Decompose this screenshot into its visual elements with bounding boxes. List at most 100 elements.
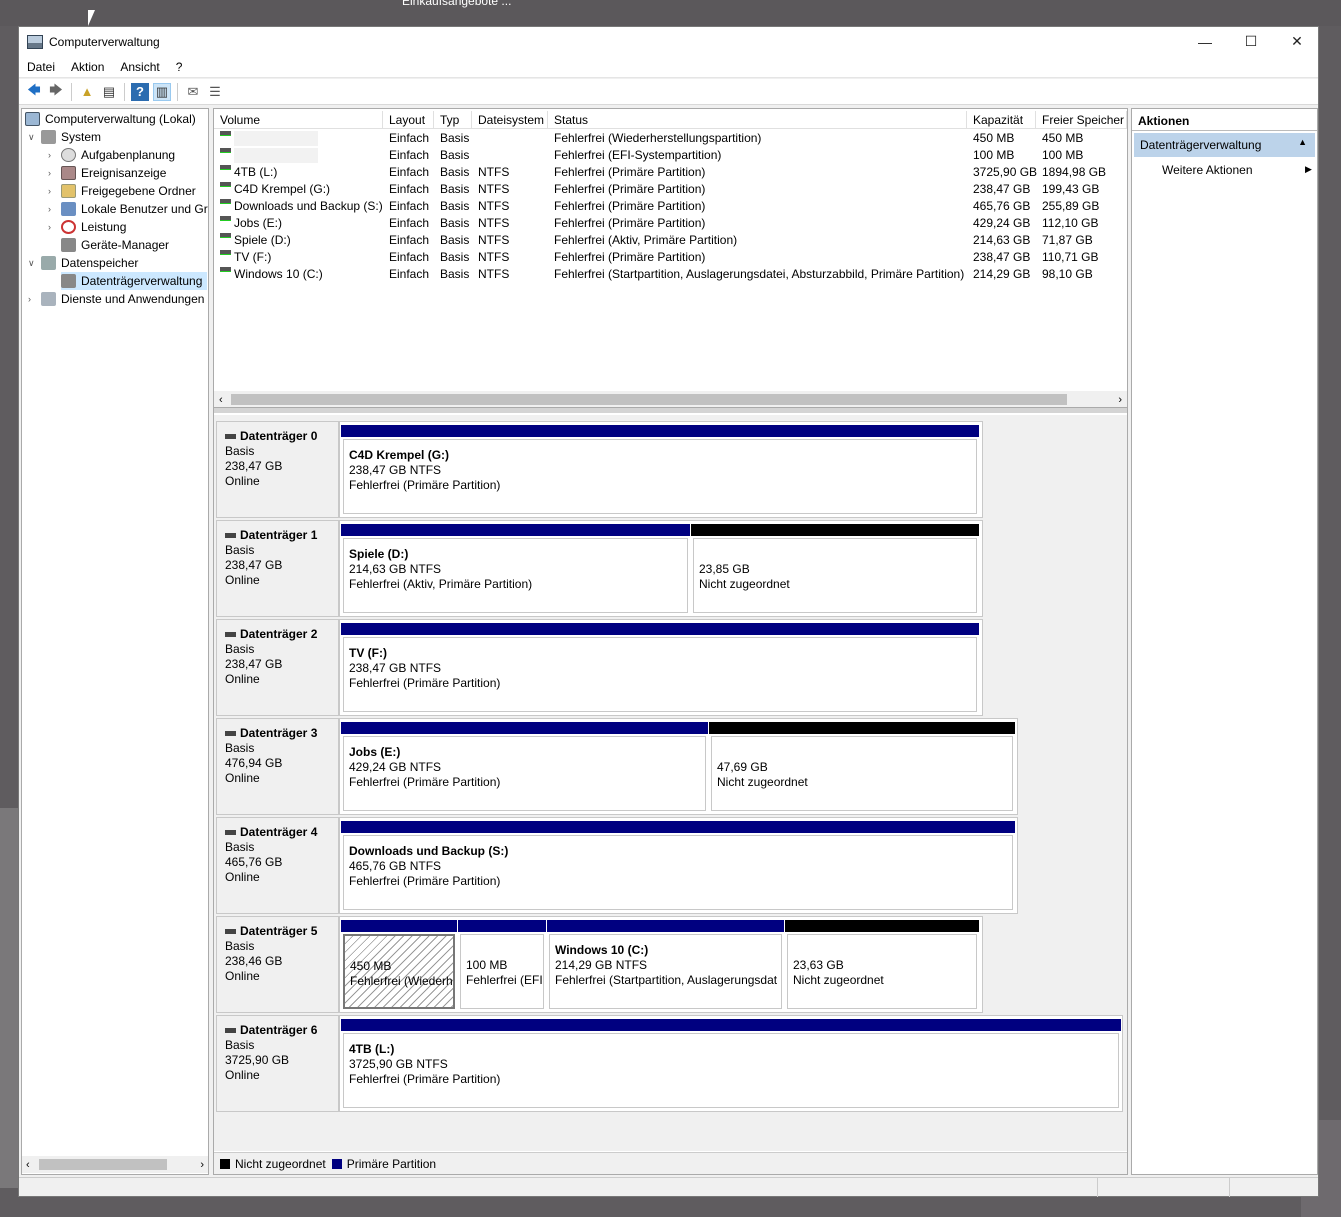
partition-block[interactable]: TV (F:) 238,47 GB NTFS Fehlerfrei (Primäre… bbox=[341, 623, 979, 712]
col-layout[interactable]: Layout bbox=[383, 111, 434, 129]
partition-block[interactable]: 450 MB Fehlerfrei (Wiederh bbox=[341, 920, 457, 1009]
weitere-aktionen-item[interactable]: Weitere Aktionen bbox=[1162, 163, 1253, 177]
close-button[interactable]: ✕ bbox=[1274, 27, 1320, 56]
table-row[interactable]: Jobs (E:) Einfach Basis NTFS Fehlerfrei (Pri… bbox=[214, 215, 1127, 232]
tree-item-geraete-manager[interactable]: Geräte-Manager bbox=[61, 236, 169, 254]
users-icon bbox=[61, 202, 76, 216]
table-row[interactable]: C4D Krempel (G:) Einfach Basis NTFS Fehlerfr… bbox=[214, 181, 1127, 198]
cell-layout: Einfach bbox=[389, 216, 430, 230]
table-row[interactable]: Spiele (D:) Einfach Basis NTFS Fehlerfrei (A… bbox=[214, 232, 1127, 249]
partition-block[interactable]: 23,85 GB Nicht zugeordnet bbox=[691, 524, 979, 613]
chevron-down-icon[interactable]: ∨ bbox=[28, 132, 38, 143]
partition-block[interactable]: 47,69 GB Nicht zugeordnet bbox=[709, 722, 1015, 811]
chevron-down-icon[interactable]: ∨ bbox=[28, 258, 38, 269]
col-dateisystem[interactable]: Dateisystem bbox=[472, 111, 548, 129]
col-freier-speicher[interactable]: Freier Speicher bbox=[1036, 111, 1127, 129]
partition-block[interactable]: Downloads und Backup (S:) 465,76 GB NTFS F… bbox=[341, 821, 1015, 910]
scroll-right-icon[interactable]: › bbox=[200, 1159, 204, 1171]
scroll-left-icon[interactable]: ‹ bbox=[26, 1159, 30, 1171]
cell-status: Fehlerfrei (Primäre Partition) bbox=[554, 165, 706, 179]
menu-help[interactable]: ? bbox=[168, 60, 191, 74]
tree-item-root[interactable]: Computerverwaltung (Lokal) bbox=[25, 110, 196, 128]
disk-label[interactable]: Datenträger 5 Basis 238,46 GB Online bbox=[216, 916, 339, 1013]
cell-layout: Einfach bbox=[389, 199, 430, 213]
partition-block[interactable]: 100 MB Fehlerfrei (EFI- bbox=[458, 920, 546, 1009]
disk-label[interactable]: Datenträger 3 Basis 476,94 GB Online bbox=[216, 718, 339, 815]
scroll-thumb[interactable] bbox=[231, 394, 1067, 405]
partition-block[interactable]: 23,63 GB Nicht zugeordnet bbox=[785, 920, 979, 1009]
submenu-arrow-icon[interactable]: ▶ bbox=[1305, 164, 1312, 175]
chevron-right-icon[interactable]: › bbox=[48, 168, 58, 178]
list-horizontal-scrollbar[interactable]: ‹ › bbox=[214, 391, 1127, 408]
disk-label[interactable]: Datenträger 4 Basis 465,76 GB Online bbox=[216, 817, 339, 914]
help-icon[interactable]: ? bbox=[131, 82, 149, 101]
col-volume[interactable]: Volume bbox=[214, 111, 383, 129]
col-kapazitaet[interactable]: Kapazität bbox=[967, 111, 1036, 129]
chevron-right-icon[interactable]: › bbox=[48, 150, 58, 160]
cell-status: Fehlerfrei (Wiederherstellungspartition) bbox=[554, 131, 762, 145]
tree-item-ereignisanzeige[interactable]: › Ereignisanzeige bbox=[48, 164, 166, 182]
tree-item-datenspeicher[interactable]: ∨ Datenspeicher bbox=[28, 254, 138, 272]
table-row[interactable]: Einfach Basis Fehlerfrei (EFI-Systempartit… bbox=[214, 147, 1127, 164]
up-folder-icon[interactable]: ▲ bbox=[78, 83, 96, 101]
disk-row: Datenträger 6 Basis 3725,90 GB Online 4TB (L… bbox=[214, 1015, 1127, 1112]
actions-section-datentraegerverwaltung[interactable]: Datenträgerverwaltung ▲ bbox=[1134, 133, 1315, 157]
table-row[interactable]: 4TB (L:) Einfach Basis NTFS Fehlerfrei (Prim… bbox=[214, 164, 1127, 181]
table-row[interactable]: Downloads und Backup (S:) Einfach Basis NTF… bbox=[214, 198, 1127, 215]
partition-block[interactable]: Spiele (D:) 214,63 GB NTFS Fehlerfrei (Akt… bbox=[341, 524, 690, 613]
partition-block[interactable]: 4TB (L:) 3725,90 GB NTFS Fehlerfrei (Primä… bbox=[341, 1019, 1121, 1108]
partition-bar bbox=[341, 425, 979, 437]
menu-datei[interactable]: Datei bbox=[19, 60, 63, 74]
tree-item-dienste[interactable]: › Dienste und Anwendungen bbox=[28, 290, 204, 308]
scroll-thumb[interactable] bbox=[39, 1159, 167, 1170]
minimize-button[interactable]: — bbox=[1182, 27, 1228, 56]
partition-size: 23,85 GB bbox=[699, 562, 750, 576]
tree-item-freigegebene-ordner[interactable]: › Freigegebene Ordner bbox=[48, 182, 196, 200]
disk-label[interactable]: Datenträger 1 Basis 238,47 GB Online bbox=[216, 520, 339, 617]
table-row[interactable]: Windows 10 (C:) Einfach Basis NTFS Fehlerfre… bbox=[214, 266, 1127, 283]
scroll-right-icon[interactable]: › bbox=[1118, 394, 1122, 406]
show-action-pane-icon[interactable]: ▥ bbox=[153, 82, 171, 101]
tree-horizontal-scrollbar[interactable]: ‹ › bbox=[22, 1156, 208, 1173]
col-status[interactable]: Status bbox=[548, 111, 967, 129]
disk-label[interactable]: Datenträger 0 Basis 238,47 GB Online bbox=[216, 421, 339, 518]
tree-item-system[interactable]: ∨ System bbox=[28, 128, 101, 146]
back-arrow-icon[interactable]: 🡄 bbox=[25, 82, 43, 101]
cell-fs: NTFS bbox=[478, 216, 510, 230]
table-row[interactable]: Einfach Basis Fehlerfrei (Wiederherstellun… bbox=[214, 130, 1127, 147]
partition-block[interactable]: Windows 10 (C:) 214,29 GB NTFS Fehlerfrei … bbox=[547, 920, 784, 1009]
properties-icon[interactable]: ☰ bbox=[206, 83, 224, 101]
title-bar[interactable]: Computerverwaltung — ☐ ✕ bbox=[19, 27, 1318, 56]
partition-container: 4TB (L:) 3725,90 GB NTFS Fehlerfrei (Primä… bbox=[339, 1015, 1123, 1112]
partition-block[interactable]: C4D Krempel (G:) 238,47 GB NTFS Fehlerfrei… bbox=[341, 425, 979, 514]
disk-size: 476,94 GB bbox=[225, 756, 283, 770]
col-typ[interactable]: Typ bbox=[434, 111, 472, 129]
partition-bar bbox=[691, 524, 979, 536]
tree-item-datentraegerverwaltung[interactable]: Datenträgerverwaltung bbox=[61, 272, 207, 290]
chevron-right-icon[interactable]: › bbox=[48, 222, 58, 232]
disk-label[interactable]: Datenträger 2 Basis 238,47 GB Online bbox=[216, 619, 339, 716]
forward-arrow-icon[interactable]: 🡆 bbox=[47, 82, 65, 101]
volume-icon bbox=[220, 131, 231, 136]
cell-frei: 255,89 GB bbox=[1042, 199, 1100, 213]
table-row[interactable]: TV (F:) Einfach Basis NTFS Fehlerfrei (Primä… bbox=[214, 249, 1127, 266]
disk-name-text: Datenträger 6 bbox=[240, 1023, 318, 1037]
menu-aktion[interactable]: Aktion bbox=[63, 60, 112, 74]
collapse-up-icon[interactable]: ▲ bbox=[1298, 137, 1307, 147]
maximize-button[interactable]: ☐ bbox=[1228, 27, 1274, 56]
tree-item-lokale-benutzer[interactable]: › Lokale Benutzer und Gru bbox=[48, 200, 208, 218]
tree-item-leistung[interactable]: › Leistung bbox=[48, 218, 126, 236]
connect-icon[interactable]: ✉ bbox=[184, 83, 202, 101]
show-hide-tree-icon[interactable]: ▤ bbox=[100, 83, 118, 101]
pane-splitter[interactable] bbox=[214, 407, 1127, 413]
mouse-cursor-icon bbox=[88, 10, 95, 26]
scroll-left-icon[interactable]: ‹ bbox=[219, 394, 223, 406]
menu-ansicht[interactable]: Ansicht bbox=[112, 60, 167, 74]
chevron-right-icon[interactable]: › bbox=[28, 294, 38, 304]
partition-block[interactable]: Jobs (E:) 429,24 GB NTFS Fehlerfrei (Primä… bbox=[341, 722, 708, 811]
disk-row: Datenträger 1 Basis 238,47 GB Online Spiele … bbox=[214, 520, 1127, 617]
chevron-right-icon[interactable]: › bbox=[48, 186, 58, 196]
disk-label[interactable]: Datenträger 6 Basis 3725,90 GB Online bbox=[216, 1015, 339, 1112]
chevron-right-icon[interactable]: › bbox=[48, 204, 58, 214]
tree-item-aufgabenplanung[interactable]: › Aufgabenplanung bbox=[48, 146, 175, 164]
